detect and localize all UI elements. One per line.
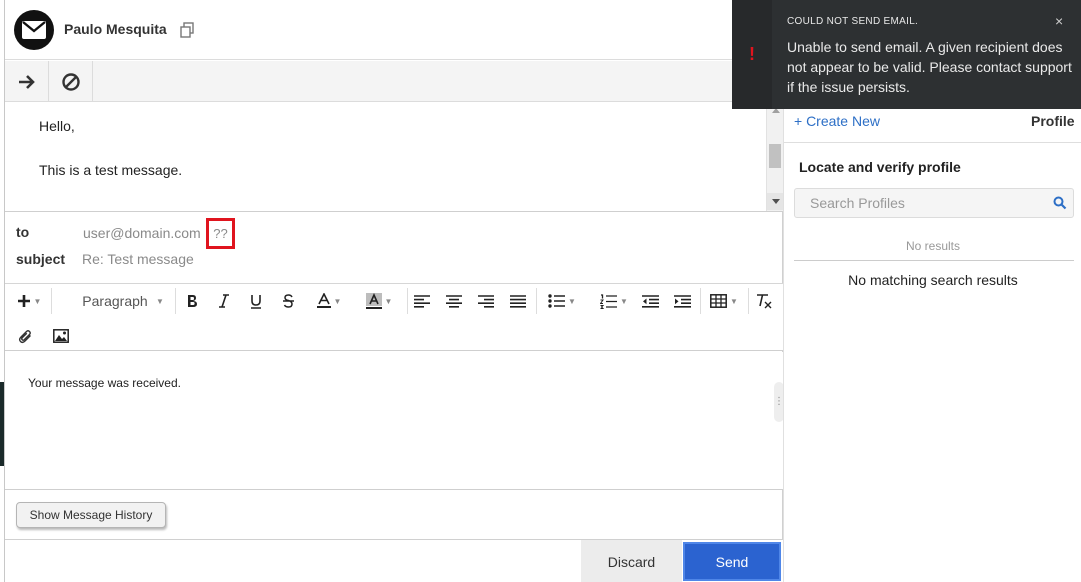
thread-line: Hello, <box>39 118 75 134</box>
error-toast: ! COULD NOT SEND EMAIL. × Unable to send… <box>732 0 1081 109</box>
discard-button[interactable]: Discard <box>581 540 682 582</box>
align-left-icon <box>414 294 430 308</box>
outdent-button[interactable] <box>639 288 661 314</box>
copy-icon[interactable] <box>179 22 195 38</box>
justify-button[interactable] <box>507 288 529 314</box>
thread-line: This is a test message. <box>39 162 183 178</box>
email-panel: Paulo Mesquita Hello, This is a test mes… <box>4 0 784 582</box>
divider <box>794 260 1074 261</box>
paragraph-select[interactable]: Paragraph ▼ <box>55 288 169 314</box>
bullet-list-button[interactable]: ▼ <box>541 288 583 314</box>
divider <box>784 142 1081 143</box>
conversation-header: Paulo Mesquita <box>5 0 784 60</box>
highlight-color-button[interactable]: ▼ <box>359 288 399 314</box>
create-new-link[interactable]: + Create New <box>794 113 880 129</box>
italic-icon <box>219 294 229 308</box>
to-label: to <box>16 224 30 240</box>
clear-formatting-button[interactable] <box>753 288 775 314</box>
caret-down-icon: ▼ <box>156 296 164 306</box>
caret-down-icon: ▼ <box>568 296 576 306</box>
align-left-button[interactable] <box>411 288 433 314</box>
editor-toolbar: ▼ Paragraph ▼ ▼ ▼ ▼ ▼ ▼ <box>5 283 784 351</box>
subject-field[interactable]: Re: Test message <box>82 251 194 267</box>
table-button[interactable]: ▼ <box>705 288 743 314</box>
error-icon: ! <box>732 0 772 109</box>
bullet-list-icon <box>548 294 566 308</box>
thread-scrollbar[interactable] <box>766 102 784 211</box>
compose-body[interactable]: Your message was received. ⋮ <box>5 352 784 490</box>
toast-title: COULD NOT SEND EMAIL. <box>787 16 919 27</box>
paperclip-icon <box>18 329 31 343</box>
underline-button[interactable] <box>245 288 267 314</box>
caret-down-icon: ▼ <box>333 296 342 306</box>
bold-button[interactable] <box>181 288 203 314</box>
align-right-icon <box>478 294 494 308</box>
strikethrough-icon <box>282 294 294 308</box>
toast-message: Unable to send email. A given recipient … <box>787 39 1072 95</box>
align-center-button[interactable] <box>443 288 465 314</box>
caret-down-icon: ▼ <box>730 296 738 306</box>
align-right-button[interactable] <box>475 288 497 314</box>
action-bar <box>5 61 784 102</box>
toolbar-divider <box>407 288 408 314</box>
caret-down-icon: ▼ <box>384 296 393 306</box>
outdent-icon <box>641 294 659 308</box>
no-results-text: No results <box>905 239 961 253</box>
highlight-icon <box>365 293 382 309</box>
close-icon[interactable]: × <box>1055 13 1063 29</box>
send-button[interactable]: Send <box>683 542 781 581</box>
indent-icon <box>673 294 691 308</box>
show-message-history-button[interactable]: Show Message History <box>16 502 166 528</box>
forward-button[interactable] <box>5 61 49 102</box>
contact-name: Paulo Mesquita <box>64 21 167 37</box>
locate-profile-title: Locate and verify profile <box>799 159 961 175</box>
tab-profile[interactable]: Profile <box>1031 113 1075 129</box>
toolbar-divider <box>175 288 176 314</box>
text-color-button[interactable]: ▼ <box>309 288 349 314</box>
chevron-down-icon <box>771 199 780 204</box>
table-icon <box>710 294 727 308</box>
strikethrough-button[interactable] <box>277 288 299 314</box>
arrow-right-icon <box>18 74 35 89</box>
toolbar-divider <box>536 288 537 314</box>
avatar <box>14 10 54 50</box>
search-profiles-input[interactable] <box>795 189 1045 217</box>
toolbar-divider <box>51 288 52 314</box>
plus-icon <box>17 295 30 307</box>
to-field[interactable]: user@domain.com <box>83 225 201 241</box>
image-icon <box>53 329 69 343</box>
clear-formatting-icon <box>757 294 772 309</box>
align-center-icon <box>446 294 462 308</box>
bold-icon <box>188 295 197 307</box>
block-icon <box>61 72 80 91</box>
text-color-icon <box>316 293 331 308</box>
caret-down-icon: ▼ <box>620 296 628 306</box>
scroll-down-button[interactable] <box>767 193 784 210</box>
numbered-list-icon <box>600 293 618 309</box>
toolbar-divider <box>748 288 749 314</box>
invalid-recipient-marker: ?? <box>206 218 235 249</box>
insert-image-button[interactable] <box>49 323 73 349</box>
message-thread: Hello, This is a test message. <box>5 102 784 212</box>
compose-footer: Discard Send <box>5 539 784 582</box>
insert-button[interactable]: ▼ <box>11 288 47 314</box>
italic-button[interactable] <box>213 288 235 314</box>
paragraph-select-value: Paragraph <box>82 293 148 309</box>
attach-file-button[interactable] <box>13 323 37 349</box>
search-icon[interactable] <box>1053 196 1067 210</box>
no-matching-results-text: No matching search results <box>848 272 1018 288</box>
search-box <box>794 188 1074 218</box>
indent-button[interactable] <box>671 288 693 314</box>
compose-text: Your message was received. <box>28 376 181 390</box>
justify-icon <box>510 294 526 308</box>
subject-label: subject <box>16 251 66 267</box>
underline-icon <box>251 294 261 309</box>
block-button[interactable] <box>49 61 93 102</box>
envelope-icon <box>22 21 46 39</box>
toolbar-divider <box>700 288 701 314</box>
scroll-thumb[interactable] <box>769 144 781 168</box>
caret-down-icon: ▼ <box>33 296 42 306</box>
numbered-list-button[interactable]: ▼ <box>593 288 635 314</box>
